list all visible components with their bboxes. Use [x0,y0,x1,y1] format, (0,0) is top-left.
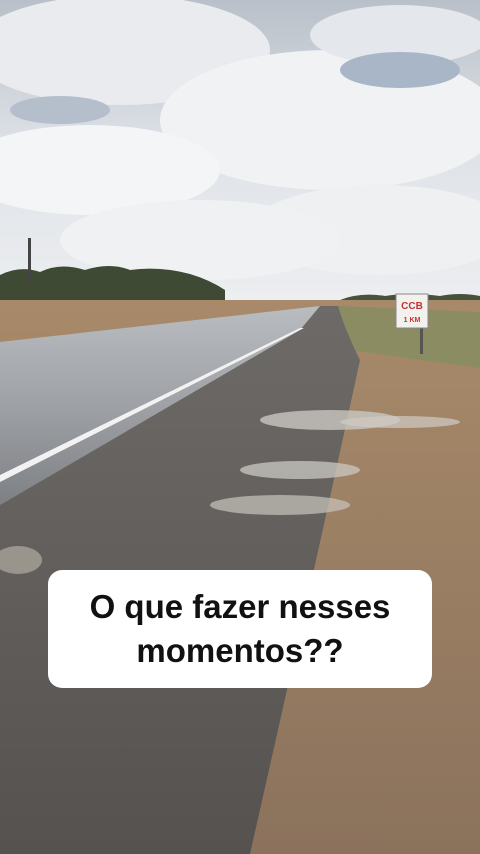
puddle [240,461,360,479]
puddle [210,495,350,515]
sign-label: CCB [401,301,423,312]
caption-line-2: momentos?? [136,632,344,669]
puddle [340,416,460,428]
sign-post [420,326,423,354]
caption-box: O que fazer nesses momentos?? [48,570,432,688]
blue-sky-patch [10,96,110,124]
utility-pole [28,238,31,282]
blue-sky-patch [340,52,460,88]
caption-line-1: O que fazer nesses [89,588,391,625]
roadside-photo: CCB 1 KM [0,0,480,854]
sign-sublabel: 1 KM [404,317,421,324]
